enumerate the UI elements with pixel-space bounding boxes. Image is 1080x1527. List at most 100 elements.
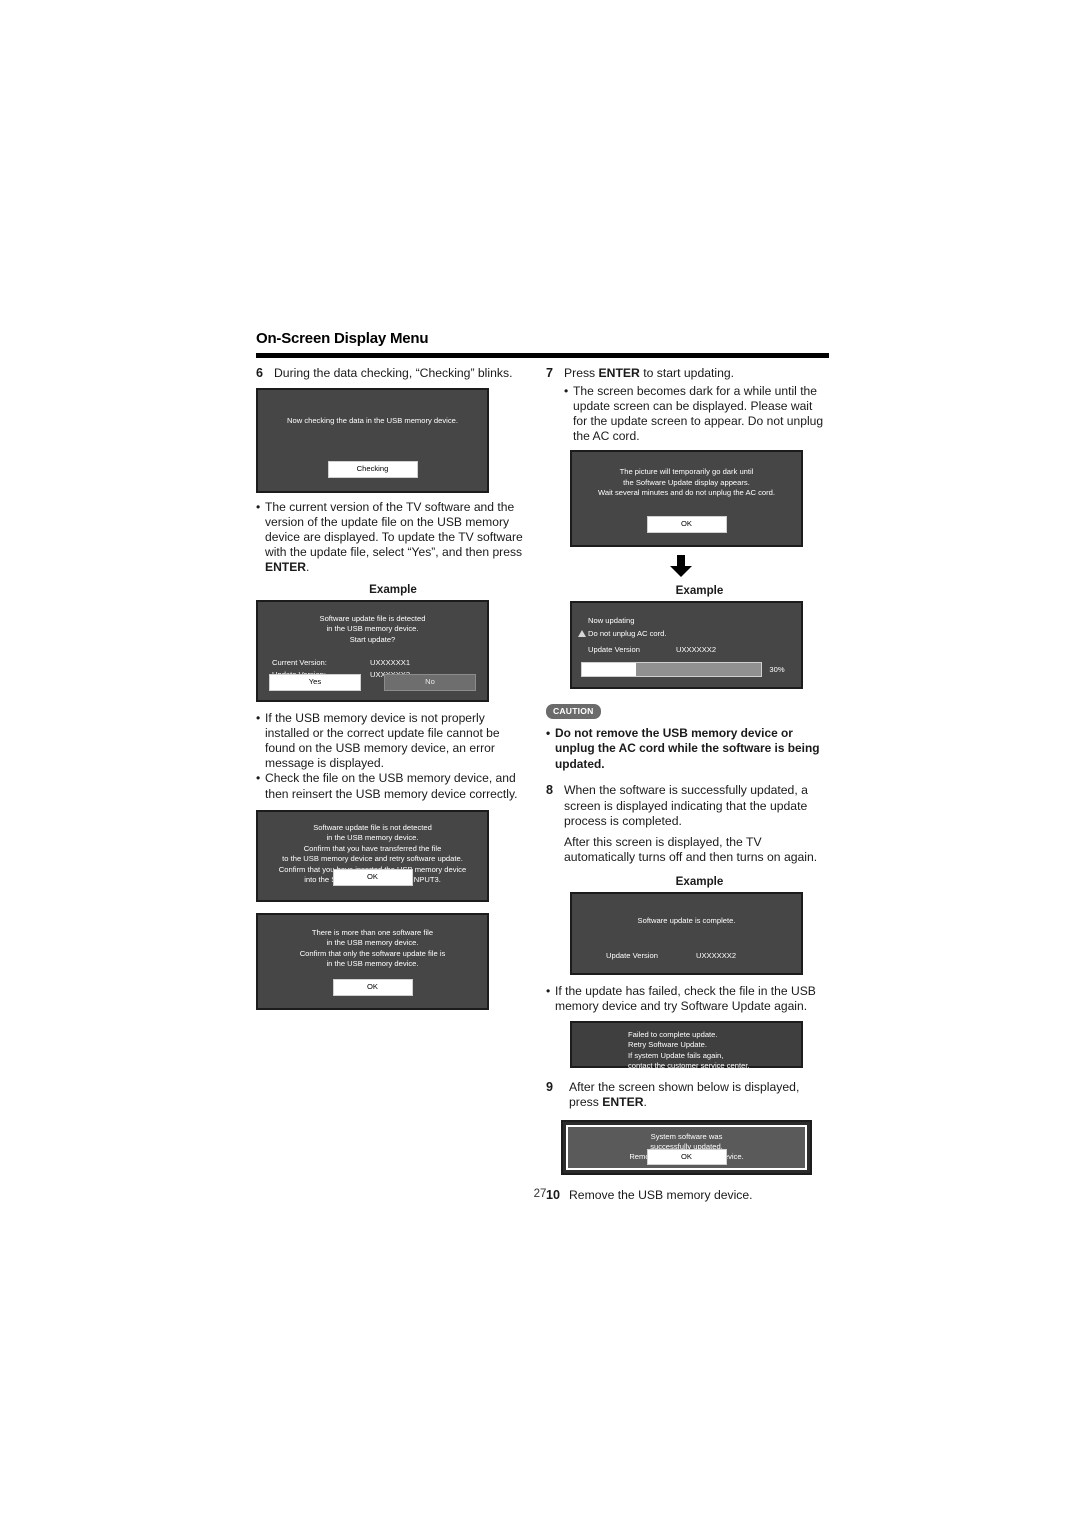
complete-version-value: UXXXXXX2: [696, 951, 737, 961]
dialog-now-updating-line1: Now updating: [588, 616, 635, 626]
bullet-item-caution: • Do not remove the USB memory device or …: [546, 726, 829, 772]
bullet-failed-text: If the update has failed, check the file…: [555, 983, 816, 1013]
dialog-file-not-detected: Software update file is not detected in …: [256, 809, 489, 902]
bullet-dot-icon: •: [546, 983, 551, 998]
down-arrow-icon: [670, 555, 692, 578]
dialog-frame-white: System software was successfully updated…: [566, 1124, 807, 1170]
bullet-list-caution: • Do not remove the USB memory device or …: [546, 726, 829, 772]
dialog-go-dark: The picture will temporarily go dark unt…: [570, 450, 803, 548]
dialog-update-confirm-message: Software update file is detected in the …: [319, 613, 426, 644]
dialog-now-updating-line2-wrap: Do not unplug AC cord.: [572, 627, 801, 640]
example-label-updating: Example: [675, 584, 724, 598]
bullet-item-step7: • The screen becomes dark for a while unt…: [564, 384, 829, 445]
current-version-row: Current Version: UXXXXXX1: [272, 657, 473, 669]
header-divider: [256, 353, 829, 358]
step-7-text-1: Press: [564, 366, 599, 380]
step-7-number: 7: [546, 366, 554, 380]
ok-button[interactable]: OK: [646, 1148, 727, 1165]
caution-badge: CAUTION: [546, 704, 601, 719]
progress-fill: [582, 663, 636, 677]
step-6-number: 6: [256, 366, 264, 380]
step-7-enter: ENTER: [598, 366, 640, 380]
step-9-text-2: .: [643, 1095, 647, 1110]
progress-bar: 30%: [581, 662, 792, 678]
bullet-versions-text-1: The current version of the TV software a…: [265, 499, 523, 560]
bullet-item-error: • If the USB memory device is not properl…: [256, 711, 530, 772]
ok-button[interactable]: OK: [332, 978, 413, 996]
complete-version-label: Update Version: [606, 951, 658, 961]
step-6-text: During the data checking, “Checking” bli…: [274, 366, 513, 380]
dialog-now-checking-buttons: Checking: [258, 460, 487, 478]
bullet-list-failed: • If the update has failed, check the fil…: [546, 984, 829, 1014]
left-column: 6 During the data checking, “Checking” bl…: [256, 366, 530, 1010]
step-6: 6 During the data checking, “Checking” bl…: [256, 366, 530, 382]
step-8: 8 When the software is successfully updat…: [546, 783, 829, 830]
checking-button[interactable]: Checking: [327, 460, 418, 478]
dialog-update-confirm: Software update file is detected in the …: [256, 599, 489, 702]
dialog-now-updating-line2: Do not unplug AC cord.: [588, 629, 667, 639]
dialog-update-complete: Software update is complete. Update Vers…: [570, 891, 803, 975]
bullet-dot-icon: •: [546, 725, 551, 740]
bullet-step7-text: The screen becomes dark for a while unti…: [573, 383, 824, 444]
page-title: On-Screen Display Menu: [256, 330, 429, 347]
complete-version-row: Update Version UXXXXXX2: [572, 951, 801, 962]
example-label-complete: Example: [675, 874, 724, 888]
dialog-now-updating: Now updating Do not unplug AC cord. Upda…: [570, 601, 803, 690]
bullet-dot-icon: •: [256, 499, 261, 514]
step-8-text: When the software is successfully update…: [564, 783, 808, 829]
ok-button[interactable]: OK: [332, 868, 413, 886]
yes-button[interactable]: Yes: [269, 673, 361, 691]
right-column: 7 Press ENTER to start updating. • The scr…: [546, 366, 829, 1205]
dialog-system-software-buttons: OK: [568, 1148, 805, 1165]
bullet-check-text: Check the file on the USB memory device,…: [265, 771, 518, 801]
bullet-item-failed: • If the update has failed, check the fil…: [546, 984, 829, 1014]
warning-triangle-icon: [578, 630, 586, 638]
step-9-number: 9: [546, 1079, 554, 1094]
step-8-number: 8: [546, 783, 554, 798]
dialog-now-checking: Now checking the data in the USB memory …: [256, 387, 489, 493]
bullet-dot-icon: •: [256, 710, 261, 725]
dialog-update-failed-message: Failed to complete update. Retry Softwar…: [628, 1029, 750, 1071]
current-version-label: Current Version:: [272, 658, 327, 668]
step-9: 9 After the screen shown below is display…: [546, 1080, 829, 1111]
updating-version-value: UXXXXXX2: [676, 645, 717, 655]
bullet-dot-icon: •: [256, 771, 261, 786]
bullet-item-versions: • The current version of the TV software …: [256, 500, 530, 576]
bullet-list-versions: • The current version of the TV software …: [256, 500, 530, 576]
caution-text: Do not remove the USB memory device or u…: [555, 725, 820, 771]
dialog-go-dark-message: The picture will temporarily go dark unt…: [597, 467, 775, 498]
step-7-text-2: to start updating.: [639, 366, 735, 380]
bullet-dot-icon: •: [564, 383, 569, 398]
bullet-item-check: • Check the file on the USB memory device…: [256, 771, 530, 801]
bullet-list-errors: • If the USB memory device is not properl…: [256, 711, 530, 802]
dialog-more-than-one-file: There is more than one software file in …: [256, 912, 489, 1010]
bullet-versions-enter: ENTER: [265, 560, 306, 575]
dialog-system-software-updated: System software was successfully updated…: [561, 1119, 812, 1175]
updating-version-row: Update Version UXXXXXX2: [572, 645, 801, 656]
no-button[interactable]: No: [384, 673, 476, 691]
bullet-versions-text-2: .: [306, 560, 310, 575]
dialog-more-than-one-file-buttons: OK: [258, 978, 487, 996]
dialog-file-not-detected-buttons: OK: [258, 868, 487, 886]
ok-button[interactable]: OK: [646, 516, 727, 534]
dialog-go-dark-buttons: OK: [572, 516, 801, 534]
progress-percent-label: 30%: [769, 664, 785, 674]
example-label-version: Example: [369, 582, 417, 596]
dialog-update-confirm-buttons: Yes No: [269, 673, 476, 691]
page-number: 27: [533, 1188, 547, 1200]
updating-version-label: Update Version: [588, 645, 640, 655]
manual-page: On-Screen Display Menu 6 During the data …: [0, 0, 1080, 1527]
progress-track: [581, 662, 762, 678]
dialog-update-failed: Failed to complete update. Retry Softwar…: [570, 1020, 803, 1070]
caution-block: CAUTION • Do not remove the USB memory de…: [546, 701, 829, 772]
step-7: 7 Press ENTER to start updating.: [546, 366, 829, 382]
dialog-more-than-one-file-message: There is more than one software file in …: [299, 927, 446, 969]
dialog-now-checking-message: Now checking the data in the USB memory …: [287, 415, 458, 425]
current-version-value: UXXXXXX1: [370, 658, 411, 668]
bullet-list-step7: • The screen becomes dark for a while unt…: [564, 384, 829, 445]
dialog-update-complete-message: Software update is complete.: [637, 915, 736, 925]
dialog-frame-inner: System software was successfully updated…: [568, 1126, 805, 1168]
step-9-enter: ENTER: [602, 1095, 644, 1110]
step-8-continued: After this screen is displayed, the TV a…: [564, 834, 818, 865]
bullet-error-text: If the USB memory device is not properly…: [265, 710, 500, 771]
